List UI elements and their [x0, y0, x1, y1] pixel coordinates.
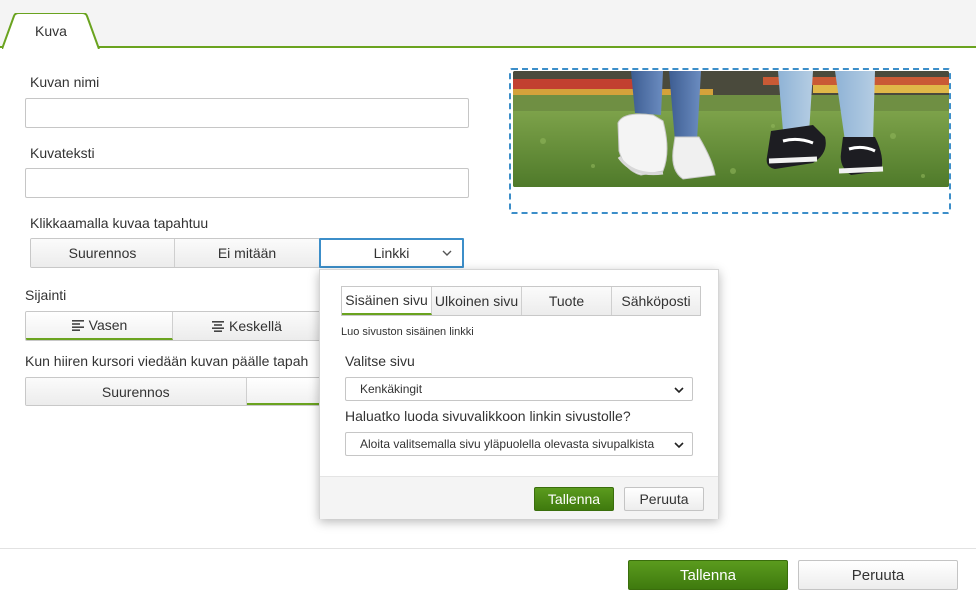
click-action-segmented: Suurennos Ei mitään: [30, 238, 320, 268]
tab-kuva-label: Kuva: [35, 23, 67, 39]
position-segmented: Vasen Keskellä: [25, 311, 321, 341]
tab-strip: [0, 0, 976, 48]
position-center[interactable]: Keskellä: [173, 312, 320, 340]
tab-internal-page[interactable]: Sisäinen sivu: [342, 287, 432, 315]
image-preview[interactable]: [509, 68, 951, 214]
chevron-down-icon: [674, 442, 684, 449]
hover-action-segmented: Suurennos: [25, 377, 321, 406]
select-page-dropdown[interactable]: Kenkäkingit: [345, 377, 693, 401]
link-popup: Sisäinen sivu Ulkoinen sivu Tuote Sähköp…: [319, 269, 719, 519]
image-name-label: Kuvan nimi: [30, 74, 100, 90]
click-option-none[interactable]: Ei mitään: [175, 239, 319, 267]
popup-cancel-button[interactable]: Peruuta: [624, 487, 704, 511]
click-action-label: Klikkaamalla kuvaa tapahtuu: [30, 215, 209, 231]
menu-link-label: Haluatko luoda sivuvalikkoon linkin sivu…: [345, 408, 631, 424]
cancel-button[interactable]: Peruuta: [798, 560, 958, 590]
position-left-label: Vasen: [88, 317, 128, 333]
click-option-zoom[interactable]: Suurennos: [31, 239, 175, 267]
preview-photo: [513, 71, 949, 187]
menu-link-dropdown[interactable]: Aloita valitsemalla sivu yläpuolella ole…: [345, 432, 693, 456]
image-name-input[interactable]: [25, 98, 469, 128]
position-label: Sijainti: [25, 287, 67, 303]
chevron-down-icon: [442, 250, 452, 256]
caption-label: Kuvateksti: [30, 145, 95, 161]
tab-kuva[interactable]: Kuva: [2, 13, 100, 49]
menu-link-value: Aloita valitsemalla sivu yläpuolella ole…: [360, 437, 655, 451]
align-center-icon: [212, 321, 225, 332]
footer-divider: [0, 548, 976, 549]
tab-email[interactable]: Sähköposti: [612, 287, 700, 315]
click-option-link[interactable]: Linkki: [319, 238, 464, 268]
sneakers-photo-image: [513, 71, 949, 187]
link-type-tabs: Sisäinen sivu Ulkoinen sivu Tuote Sähköp…: [341, 286, 701, 316]
hover-option-zoom[interactable]: Suurennos: [26, 378, 247, 405]
position-left[interactable]: Vasen: [26, 312, 173, 340]
select-page-label: Valitse sivu: [345, 353, 415, 369]
link-description: Luo sivuston sisäinen linkki: [341, 326, 474, 338]
align-left-icon: [71, 320, 84, 331]
popup-save-button[interactable]: Tallenna: [534, 487, 614, 511]
position-center-label: Keskellä: [229, 318, 282, 334]
click-option-link-label: Linkki: [373, 245, 410, 261]
caption-input[interactable]: [25, 168, 469, 198]
select-page-value: Kenkäkingit: [360, 382, 423, 396]
save-button[interactable]: Tallenna: [628, 560, 788, 590]
tab-product[interactable]: Tuote: [522, 287, 612, 315]
hover-option-second[interactable]: [246, 378, 320, 405]
chevron-down-icon: [674, 387, 684, 394]
tab-external-page[interactable]: Ulkoinen sivu: [432, 287, 522, 315]
popup-footer: Tallenna Peruuta: [320, 476, 718, 519]
hover-action-label: Kun hiiren kursori viedään kuvan päälle …: [25, 353, 309, 369]
